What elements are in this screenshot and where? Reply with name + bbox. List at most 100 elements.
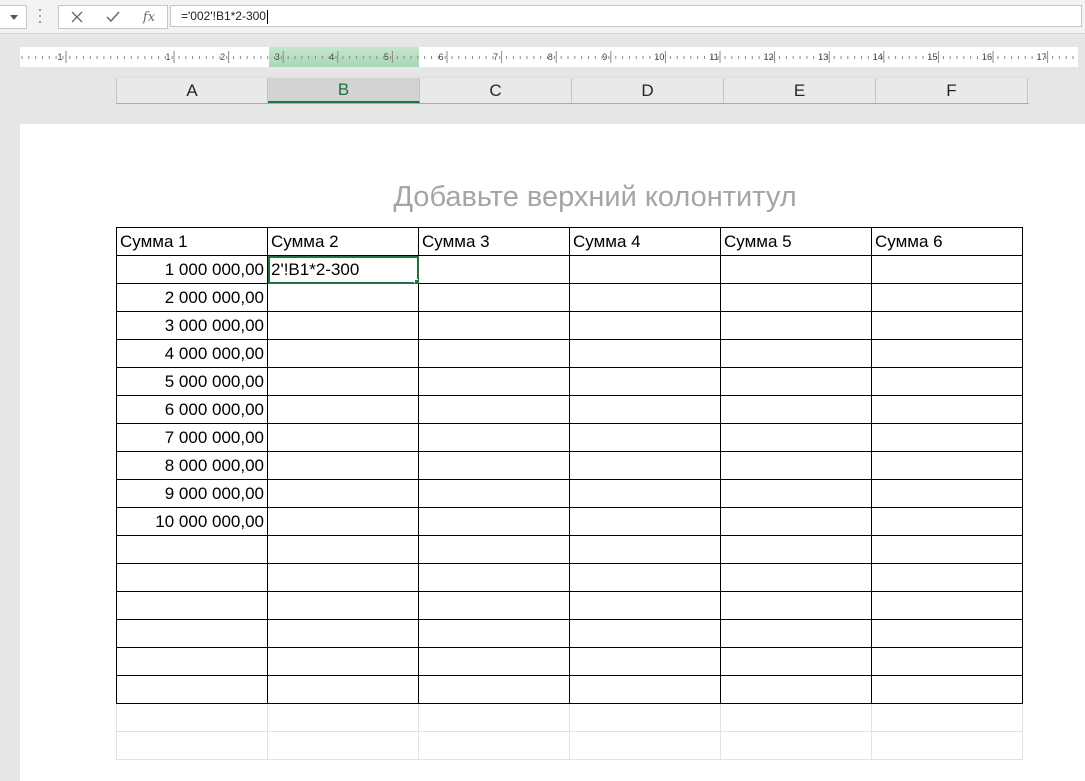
table-cell[interactable] (720, 479, 872, 508)
table-cell[interactable] (720, 423, 872, 452)
table-cell[interactable] (871, 311, 1023, 340)
table-cell[interactable] (418, 451, 570, 480)
table-cell[interactable] (418, 507, 570, 536)
table-cell[interactable] (871, 395, 1023, 424)
table-cell[interactable] (720, 451, 872, 480)
table-cell[interactable] (116, 647, 268, 676)
table-cell[interactable] (720, 563, 872, 592)
column-header-a[interactable]: A (116, 78, 268, 103)
formula-bar-splitter[interactable] (38, 9, 41, 23)
table-cell[interactable] (871, 451, 1023, 480)
table-cell[interactable]: 1 000 000,00 (116, 255, 268, 284)
table-cell[interactable] (569, 507, 721, 536)
table-cell[interactable] (267, 619, 419, 648)
table-cell[interactable] (116, 535, 268, 564)
table-cell[interactable] (418, 675, 570, 704)
table-cell[interactable] (267, 675, 419, 704)
insert-function-icon[interactable]: fx (135, 6, 163, 28)
column-header-f[interactable]: F (876, 78, 1028, 103)
name-box-dropdown[interactable] (0, 5, 27, 29)
table-cell[interactable] (418, 619, 570, 648)
table-cell[interactable] (418, 703, 570, 732)
table-cell[interactable] (418, 591, 570, 620)
table-cell[interactable] (418, 731, 570, 760)
table-cell[interactable] (871, 339, 1023, 368)
table-cell[interactable] (720, 647, 872, 676)
table-cell[interactable] (569, 619, 721, 648)
table-cell[interactable] (116, 675, 268, 704)
table-cell[interactable]: 7 000 000,00 (116, 423, 268, 452)
cancel-icon[interactable] (63, 6, 91, 28)
table-cell[interactable] (267, 535, 419, 564)
table-cell[interactable] (267, 507, 419, 536)
header-cell[interactable]: Сумма 6 (871, 227, 1023, 256)
table-cell[interactable] (720, 367, 872, 396)
table-cell[interactable] (871, 423, 1023, 452)
table-cell[interactable] (418, 423, 570, 452)
table-cell[interactable] (116, 619, 268, 648)
table-cell[interactable] (569, 535, 721, 564)
table-cell[interactable] (871, 507, 1023, 536)
column-header-b[interactable]: B (268, 78, 420, 103)
header-cell[interactable]: Сумма 5 (720, 227, 872, 256)
table-cell[interactable] (418, 339, 570, 368)
table-cell[interactable] (569, 591, 721, 620)
table-cell[interactable] (569, 675, 721, 704)
table-cell[interactable] (267, 591, 419, 620)
header-cell[interactable]: Сумма 2 (267, 227, 419, 256)
header-placeholder[interactable]: Добавьте верхний колонтитул (380, 181, 810, 214)
table-cell[interactable] (418, 479, 570, 508)
column-header-e[interactable]: E (724, 78, 876, 103)
header-cell[interactable]: Сумма 1 (116, 227, 268, 256)
formula-input[interactable]: ='002'!B1*2-300 (170, 5, 1082, 27)
table-cell[interactable] (871, 535, 1023, 564)
table-cell[interactable] (720, 619, 872, 648)
table-cell[interactable] (569, 339, 721, 368)
table-cell[interactable] (418, 311, 570, 340)
table-cell[interactable]: 2 000 000,00 (116, 283, 268, 312)
table-cell[interactable] (267, 563, 419, 592)
table-cell[interactable] (418, 283, 570, 312)
table-cell[interactable]: 4 000 000,00 (116, 339, 268, 368)
table-cell[interactable] (116, 591, 268, 620)
table-cell[interactable] (267, 339, 419, 368)
column-header-c[interactable]: C (420, 78, 572, 103)
table-cell[interactable] (116, 563, 268, 592)
table-cell[interactable] (871, 703, 1023, 732)
table-cell[interactable] (267, 283, 419, 312)
table-cell[interactable] (569, 311, 721, 340)
table-cell[interactable] (418, 395, 570, 424)
table-cell[interactable] (569, 395, 721, 424)
table-cell[interactable] (418, 367, 570, 396)
table-cell[interactable] (418, 535, 570, 564)
table-cell[interactable] (720, 731, 872, 760)
table-cell[interactable] (569, 255, 721, 284)
table-cell[interactable] (720, 507, 872, 536)
table-cell[interactable] (569, 367, 721, 396)
table-cell[interactable] (569, 731, 721, 760)
table-cell[interactable] (871, 479, 1023, 508)
table-cell[interactable] (720, 255, 872, 284)
table-cell[interactable] (720, 395, 872, 424)
table-cell[interactable] (569, 563, 721, 592)
table-cell[interactable] (871, 255, 1023, 284)
column-header-d[interactable]: D (572, 78, 724, 103)
enter-check-icon[interactable] (99, 6, 127, 28)
table-cell[interactable] (871, 591, 1023, 620)
table-cell[interactable] (569, 703, 721, 732)
table-cell[interactable] (569, 283, 721, 312)
table-cell[interactable] (871, 367, 1023, 396)
table-cell[interactable] (720, 591, 872, 620)
table-cell[interactable] (720, 703, 872, 732)
table-cell[interactable] (418, 255, 570, 284)
table-cell[interactable]: 5 000 000,00 (116, 367, 268, 396)
table-cell[interactable] (569, 647, 721, 676)
table-cell[interactable] (720, 339, 872, 368)
table-cell[interactable] (720, 283, 872, 312)
table-cell[interactable] (871, 675, 1023, 704)
table-cell[interactable] (418, 647, 570, 676)
table-cell[interactable] (267, 479, 419, 508)
table-cell[interactable] (267, 703, 419, 732)
table-cell[interactable] (871, 619, 1023, 648)
table-cell[interactable] (871, 283, 1023, 312)
